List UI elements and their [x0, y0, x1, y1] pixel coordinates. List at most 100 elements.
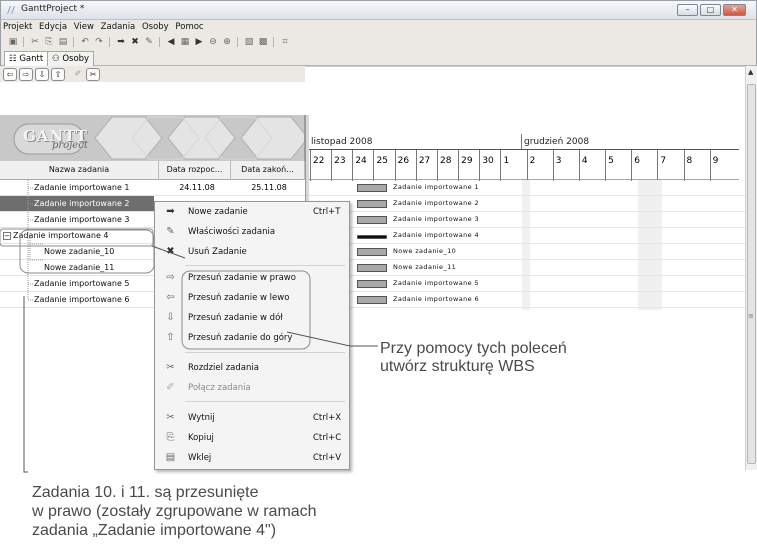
minimize-button[interactable]: –	[677, 4, 698, 16]
save-icon[interactable]: ▣	[7, 36, 19, 48]
menu-item-task-properties[interactable]: ✎ Właściwości zadania	[155, 222, 349, 242]
moved-callout-line3: zadania „Zadanie importowane 4")	[32, 522, 277, 539]
cut-icon[interactable]: ✂	[29, 36, 41, 48]
task-bar-label: Zadanie importowane 1	[393, 183, 479, 191]
task-bar-label: Nowe zadanie_11	[393, 263, 457, 271]
arrow-right-icon: ⇨	[166, 272, 175, 283]
new-task-icon[interactable]: ➡	[115, 36, 127, 48]
scroll-right-icon[interactable]: ▶	[193, 36, 205, 48]
toolbar-separator	[273, 37, 274, 47]
toolbar-separator	[73, 37, 74, 47]
logo-word-project: project	[52, 140, 88, 151]
gantt-icon: ☷	[9, 54, 17, 64]
close-button[interactable]: ✕	[723, 4, 746, 16]
context-menu: ➡ Nowe zadanie Ctrl+T ✎ Właściwości zada…	[154, 201, 350, 470]
moved-callout-line1: Zadania 10. i 11. są przesunięte	[32, 484, 259, 501]
zoom-in-icon[interactable]: ⊕	[221, 36, 233, 48]
day-label: 27	[415, 150, 430, 181]
task-bar-label: Zadanie importowane 2	[393, 199, 479, 207]
wbs-callout-line2: utwórz strukturę WBS	[380, 358, 535, 375]
menu-view[interactable]: View	[72, 20, 96, 32]
task-bar-label: Zadanie importowane 6	[393, 295, 479, 303]
scrollbar-thumb[interactable]	[747, 84, 756, 464]
task-bar[interactable]	[357, 280, 387, 288]
task-bar[interactable]	[357, 296, 387, 304]
task-bar[interactable]	[357, 200, 387, 208]
row-gridline	[309, 243, 745, 244]
task-bar[interactable]	[357, 184, 387, 192]
unlink-icon: ✂	[166, 362, 175, 373]
assign-icon[interactable]: ▩	[257, 36, 269, 48]
menu-item-copy[interactable]: ⎘ Kopiuj Ctrl+C	[155, 428, 349, 448]
arrow-left-icon: ⇦	[166, 292, 175, 303]
task-table-header: Nazwa zadania Data rozpoc... Data zakoń.…	[0, 161, 305, 180]
delete-icon[interactable]: ✖	[129, 36, 141, 48]
scroll-left-icon[interactable]: ◀	[165, 36, 177, 48]
chart-month-header: listopad 2008 grudzień 2008	[309, 134, 739, 149]
menu-item-delete-task[interactable]: ✖ Usuń Zadanie	[155, 242, 349, 262]
properties-icon[interactable]: ✎	[143, 36, 155, 48]
row-gridline	[309, 307, 745, 308]
column-header-end[interactable]: Data zakoń...	[231, 161, 305, 180]
print-preview-icon[interactable]: ▧	[243, 36, 255, 48]
column-header-name[interactable]: Nazwa zadania	[0, 161, 159, 180]
row-gridline	[309, 211, 745, 212]
today-icon[interactable]: ▦	[179, 36, 191, 48]
move-up-icon[interactable]: ⇧	[51, 68, 65, 81]
row-gridline	[309, 275, 745, 276]
tab-gantt[interactable]: ☷ Gantt	[4, 51, 49, 66]
day-label: 1	[500, 150, 509, 181]
menu-projekt[interactable]: Projekt	[1, 20, 34, 32]
unindent-icon[interactable]: ⇦	[3, 68, 17, 81]
zoom-out-icon[interactable]: ⊖	[207, 36, 219, 48]
arrow-down-icon: ⇩	[166, 312, 175, 323]
properties-icon: ✎	[166, 226, 175, 237]
link-icon: ✐	[166, 382, 175, 393]
column-header-start[interactable]: Data rozpoc...	[159, 161, 231, 180]
menu-item-link-tasks[interactable]: ✐ Połącz zadania	[155, 378, 349, 398]
task-bar[interactable]	[357, 264, 387, 272]
row-gridline	[309, 195, 745, 196]
task-bar[interactable]	[357, 216, 387, 224]
menu-item-paste[interactable]: ▤ Wklej Ctrl+V	[155, 448, 349, 468]
tab-osoby[interactable]: ⚇ Osoby	[47, 51, 95, 66]
gantt-chart-body: Zadanie importowane 1 Zadanie importowane…	[309, 180, 745, 470]
summary-task-bar[interactable]	[357, 235, 387, 239]
app-logo-icon	[7, 6, 15, 14]
day-label: 3	[552, 150, 562, 181]
move-down-icon[interactable]: ⇩	[35, 68, 49, 81]
menu-pomoc[interactable]: Pomoc	[173, 20, 205, 32]
scroll-up-icon[interactable]: ▲	[748, 68, 753, 76]
people-icon: ⚇	[52, 54, 60, 64]
day-label: 24	[352, 150, 367, 181]
day-label: 29	[458, 150, 473, 181]
copy-icon[interactable]: ⎘	[43, 36, 55, 48]
task-bar[interactable]	[357, 248, 387, 256]
toolbar-separator	[159, 37, 160, 47]
unlink-icon[interactable]: ✂	[86, 68, 100, 81]
row-gridline	[309, 259, 745, 260]
menu-edycja[interactable]: Edycja	[37, 20, 69, 32]
menu-item-unlink-tasks[interactable]: ✂ Rozdziel zadania	[155, 358, 349, 378]
vertical-scrollbar[interactable]: ▲ ≡	[745, 66, 757, 470]
menu-item-new-task[interactable]: ➡ Nowe zadanie Ctrl+T	[155, 202, 349, 222]
menu-item-cut[interactable]: ✂ Wytnij Ctrl+X	[155, 408, 349, 428]
undo-icon[interactable]: ↶	[79, 36, 91, 48]
tree-toolbar: ⇦ ⇨ ⇩ ⇧ ✐ ✂	[0, 66, 305, 82]
menu-separator	[185, 265, 345, 266]
critical-path-icon[interactable]: ⌗	[279, 36, 291, 48]
paste-icon[interactable]: ▤	[57, 36, 69, 48]
menu-osoby[interactable]: Osoby	[140, 20, 171, 32]
title-bar: GanttProject * – □ ✕	[1, 1, 756, 20]
day-label: 2	[526, 150, 535, 181]
redo-icon[interactable]: ↷	[93, 36, 105, 48]
task-bar-label: Zadanie importowane 5	[393, 279, 479, 287]
scissors-icon: ✂	[166, 412, 175, 423]
day-label: 5	[605, 150, 614, 181]
day-label: 26	[394, 150, 409, 181]
indent-icon[interactable]: ⇨	[19, 68, 33, 81]
maximize-button[interactable]: □	[700, 4, 721, 16]
link-icon[interactable]: ✐	[71, 68, 85, 81]
day-label: 4	[578, 150, 588, 181]
menu-zadania[interactable]: Zadania	[99, 20, 138, 32]
